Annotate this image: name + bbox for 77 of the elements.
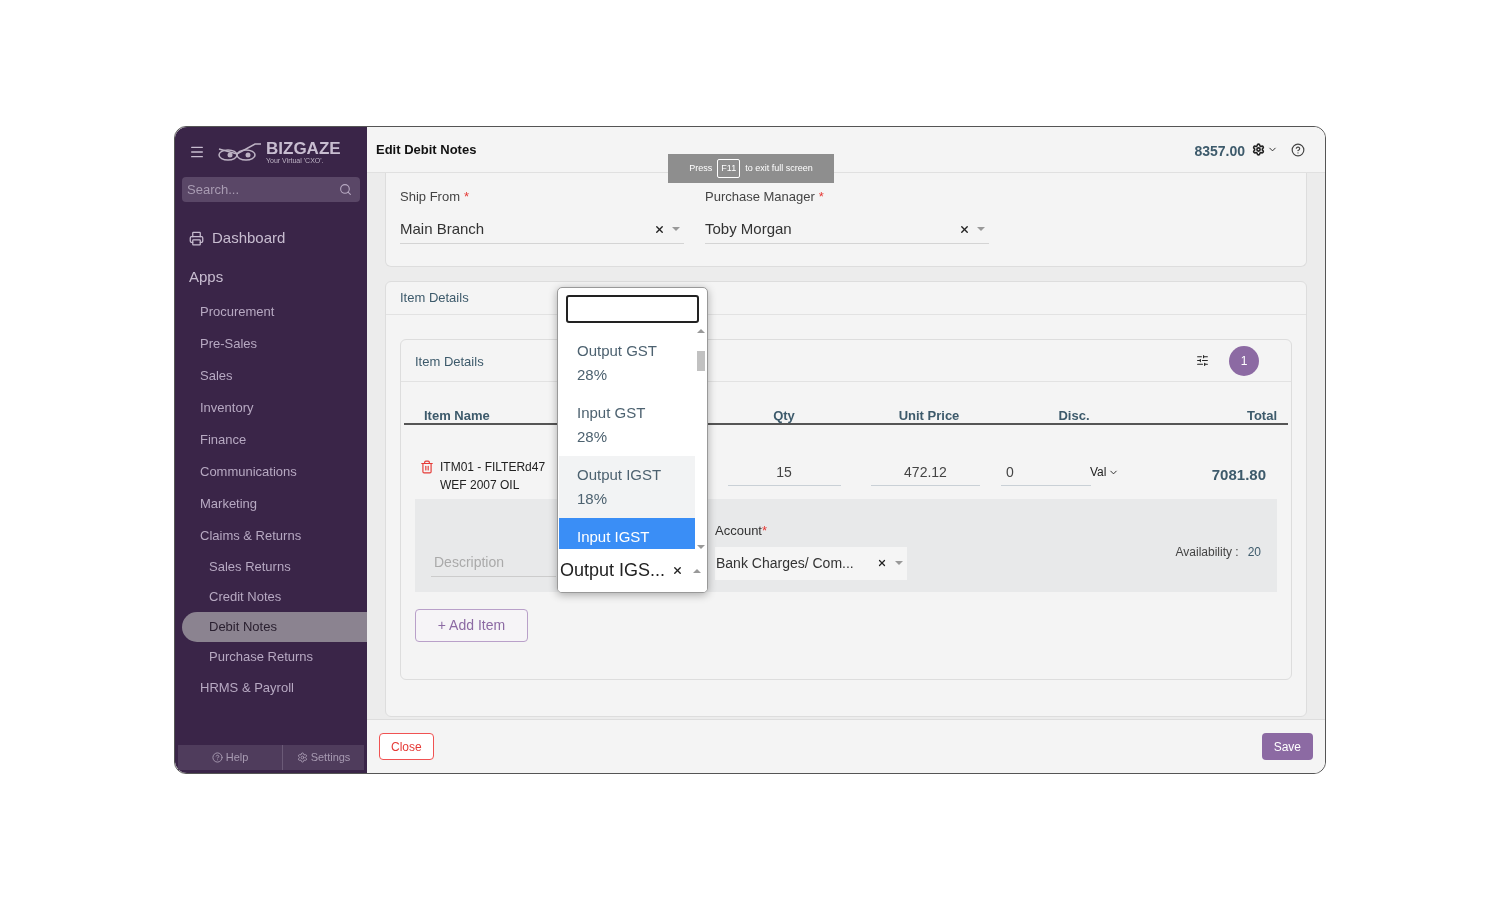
qty-field[interactable]: 15 [727,458,841,486]
logo-text: BIZGAZE [266,140,341,157]
sidebar-item[interactable]: HRMS & Payroll [182,671,367,704]
availability-value: 20 [1247,544,1261,561]
dropdown-option[interactable]: Output IGST 18% [559,456,695,518]
logo-icon [217,141,263,163]
delete-icon[interactable] [420,460,434,474]
sidebar-item[interactable]: Marketing [182,487,367,520]
save-button[interactable]: Save [1261,733,1313,760]
item-name: ITM01 - FILTERd47 [440,459,546,476]
help-icon [211,752,223,763]
required-mark: * [818,188,824,206]
sidebar-item[interactable]: Inventory [182,391,367,424]
caret-icon [672,227,680,231]
account-select[interactable]: Bank Charges/ Com... [715,546,907,580]
sidebar-item[interactable]: Finance [182,423,367,456]
column-header: Unit Price [897,407,961,425]
amount: 8357.00 [1194,142,1245,161]
caret-icon [697,329,705,333]
dropdown-search-field[interactable] [566,295,699,323]
sidebar-item[interactable]: Debit Notes [182,611,367,642]
settings-icon[interactable] [1252,143,1265,156]
item-name: WEF 2007 OIL [440,477,521,494]
select-field[interactable]: Toby Morgan [705,215,989,244]
unit-price-field[interactable]: 472.12 [871,458,980,486]
sidebar-item[interactable]: Credit Notes [182,581,367,612]
key-label: F11 [717,158,741,179]
dropdown-option[interactable]: Input IGST [559,518,695,549]
notice-text: Press [689,161,713,175]
section-heading: Apps [188,267,225,287]
count-badge: 1 [1229,345,1259,376]
clear-icon[interactable] [672,565,683,576]
sidebar-item[interactable]: Communications [182,455,367,488]
sidebar-item[interactable]: Procurement [182,295,367,328]
field-label: Ship From [400,188,460,206]
settings-button[interactable]: Settings [283,745,364,770]
clear-icon[interactable] [654,223,665,235]
section-title: Item Details [400,289,469,308]
tax-select[interactable]: Output IGS... [558,549,707,592]
sidebar-item[interactable]: Sales [182,359,367,392]
discount-field[interactable]: 0 [1001,458,1091,486]
select-field[interactable]: Main Branch [400,215,684,244]
filter-icon[interactable] [1196,354,1209,367]
close-button[interactable]: Close [379,733,434,760]
column-header: Total [1245,407,1278,425]
discount-type-select[interactable]: Val [1090,458,1120,486]
gear-icon [296,752,308,763]
clear-icon[interactable] [877,558,887,568]
sidebar-item[interactable]: Claims & Returns [182,519,367,552]
help-button[interactable]: Help [178,745,283,770]
field-label: Account [715,522,762,540]
card-title: Item Details [415,353,484,369]
sidebar-item[interactable]: Sales Returns [182,551,367,582]
caret-icon [693,568,701,573]
scrollbar-thumb[interactable] [697,351,705,371]
menu-icon[interactable] [189,144,205,160]
sidebar-item[interactable]: Purchase Returns [182,641,367,672]
column-header: Item Name [424,408,490,423]
field-label: Purchase Manager [705,188,815,206]
help-icon[interactable] [1291,142,1305,157]
required-mark: * [463,188,470,206]
column-header: Disc. [1057,407,1091,425]
item-total: 7081.80 [1210,465,1267,485]
required-mark: * [762,522,768,540]
column-header: Qty [772,407,796,425]
availability-label: Availability : [1175,544,1239,561]
description-field[interactable]: Description [431,547,556,577]
add-item-button[interactable]: + Add Item [415,609,528,642]
page-title: Edit Debit Notes [376,140,478,159]
sidebar-item[interactable]: Dashboard [212,226,286,250]
clear-icon[interactable] [959,223,970,235]
sidebar-item[interactable]: Pre-Sales [182,327,367,360]
caret-icon [977,227,985,231]
notice-text: to exit full screen [745,161,813,175]
caret-icon [895,561,903,565]
search-field[interactable]: Search... [182,177,360,202]
search-icon[interactable] [339,183,352,196]
